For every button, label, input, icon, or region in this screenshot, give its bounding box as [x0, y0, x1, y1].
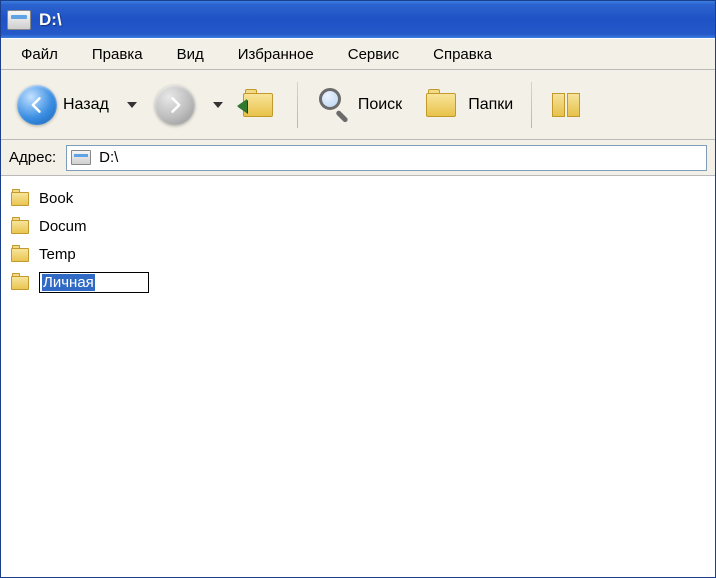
folders-button[interactable]: Папки: [416, 85, 521, 125]
folder-name: Temp: [39, 246, 76, 263]
explorer-window: D:\ Файл Правка Вид Избранное Сервис Спр…: [0, 0, 716, 578]
menu-help[interactable]: Справка: [419, 42, 506, 67]
back-dropdown[interactable]: [127, 102, 137, 108]
content-pane[interactable]: Book Docum Temp Личная: [1, 176, 715, 577]
address-box[interactable]: [66, 145, 707, 171]
list-item[interactable]: Book: [11, 184, 705, 212]
folder-icon: [11, 246, 31, 262]
folder-name: Docum: [39, 218, 87, 235]
views-button[interactable]: [542, 84, 592, 126]
search-button[interactable]: Поиск: [308, 83, 410, 127]
rename-input[interactable]: Личная: [39, 272, 149, 293]
views-icon: [550, 88, 584, 122]
window-title: D:\: [39, 10, 62, 30]
rename-selected-text: Личная: [42, 274, 95, 291]
titlebar[interactable]: D:\: [1, 1, 715, 38]
folder-icon: [11, 274, 31, 290]
toolbar-separator-2: [531, 82, 532, 128]
address-drive-icon: [71, 150, 91, 165]
address-label: Адрес:: [9, 149, 56, 166]
list-item[interactable]: Docum: [11, 212, 705, 240]
address-input[interactable]: [97, 148, 702, 167]
back-button[interactable]: Назад: [9, 81, 117, 129]
drive-icon: [7, 10, 31, 30]
list-item[interactable]: Temp: [11, 240, 705, 268]
back-arrow-icon: [17, 85, 57, 125]
menu-edit[interactable]: Правка: [78, 42, 157, 67]
menu-view[interactable]: Вид: [163, 42, 218, 67]
list-item[interactable]: Личная: [11, 268, 705, 296]
folder-name: Book: [39, 190, 73, 207]
menu-file[interactable]: Файл: [7, 42, 72, 67]
menubar: Файл Правка Вид Избранное Сервис Справка: [1, 38, 715, 70]
folders-icon: [424, 89, 462, 121]
up-button[interactable]: [233, 85, 287, 125]
address-bar: Адрес:: [1, 140, 715, 176]
toolbar-separator: [297, 82, 298, 128]
search-label: Поиск: [358, 96, 402, 114]
folder-icon: [11, 190, 31, 206]
folder-up-icon: [241, 89, 279, 121]
forward-dropdown[interactable]: [213, 102, 223, 108]
menu-tools[interactable]: Сервис: [334, 42, 413, 67]
search-icon: [316, 87, 352, 123]
folder-icon: [11, 218, 31, 234]
folders-label: Папки: [468, 96, 513, 114]
back-label: Назад: [63, 96, 109, 114]
toolbar: Назад Поиск Папки: [1, 70, 715, 140]
menu-favorites[interactable]: Избранное: [224, 42, 328, 67]
forward-button[interactable]: [147, 81, 203, 129]
forward-arrow-icon: [155, 85, 195, 125]
